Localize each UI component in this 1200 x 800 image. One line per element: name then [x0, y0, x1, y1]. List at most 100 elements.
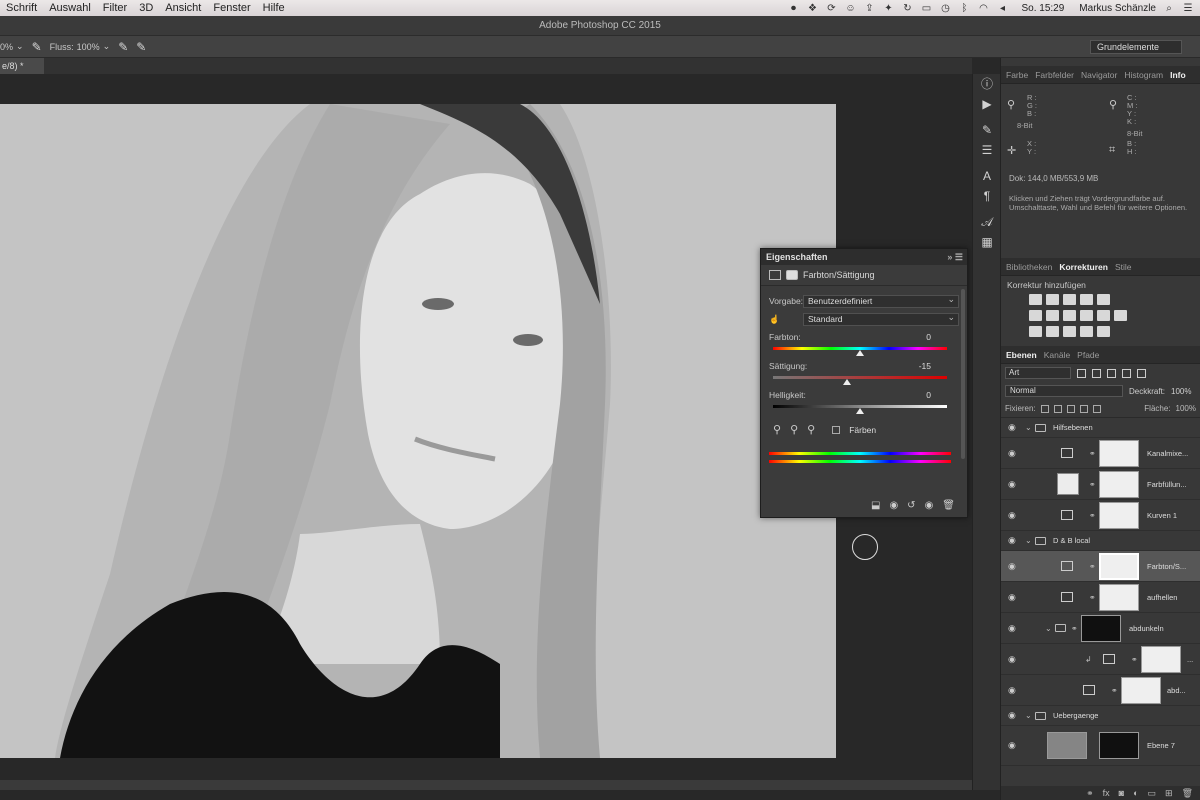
- tab-navigator[interactable]: Navigator: [1081, 70, 1117, 80]
- brush-presets-icon[interactable]: ✎: [973, 120, 1001, 140]
- levels-icon[interactable]: [1046, 294, 1059, 305]
- layer-group[interactable]: ◉ ⌄ Hilfsebenen: [1001, 418, 1200, 438]
- trash-icon[interactable]: 🗑: [942, 500, 955, 511]
- refresh-icon[interactable]: ↻: [901, 3, 913, 14]
- layer-style-icon[interactable]: fx: [1103, 788, 1110, 798]
- opacity-value[interactable]: 100%: [1171, 387, 1191, 396]
- photo-filter-icon[interactable]: [1080, 310, 1093, 321]
- hue-slider-thumb[interactable]: [856, 350, 864, 356]
- layer-mask-thumbnail[interactable]: [1099, 552, 1139, 580]
- glyphs-icon[interactable]: 𝒜: [973, 212, 1001, 232]
- selective-color-icon[interactable]: [1080, 326, 1093, 337]
- bluetooth-icon[interactable]: ᛒ: [958, 3, 970, 14]
- view-previous-icon[interactable]: ◉: [889, 500, 898, 511]
- menu-hilfe[interactable]: Hilfe: [257, 2, 291, 14]
- filter-shape-icon[interactable]: [1122, 368, 1131, 378]
- panel-menu-icon[interactable]: » ☰: [947, 249, 963, 265]
- layer-mask-thumbnail[interactable]: [1141, 645, 1181, 673]
- hue-saturation-icon[interactable]: [1029, 310, 1042, 321]
- workspace-selector[interactable]: Grundelemente: [1090, 40, 1182, 54]
- visibility-eye-icon[interactable]: ◉: [1008, 510, 1016, 521]
- info-panel-icon[interactable]: ⓘ: [973, 74, 1001, 94]
- layer-mask-thumbnail[interactable]: [1099, 470, 1139, 498]
- hand-target-icon[interactable]: ☝: [769, 314, 803, 325]
- clip-to-layer-icon[interactable]: ⬓: [871, 500, 880, 511]
- colorize-checkbox[interactable]: [832, 425, 841, 434]
- menu-list-icon[interactable]: ☰: [1182, 3, 1194, 14]
- layer-mask-thumbnail[interactable]: [1081, 614, 1121, 642]
- filter-type-icon[interactable]: [1107, 368, 1116, 378]
- channel-mixer-icon[interactable]: [1097, 310, 1110, 321]
- character-icon[interactable]: A: [973, 166, 1001, 186]
- preset-dropdown[interactable]: Benutzerdefiniert: [803, 294, 959, 308]
- layer-row[interactable]: ◉ ⚭ aufhellen: [1001, 582, 1200, 613]
- saturation-track[interactable]: [773, 376, 947, 379]
- curves-icon[interactable]: [1063, 294, 1076, 305]
- pressure-opacity-toggle[interactable]: ✎: [32, 40, 42, 54]
- tab-info[interactable]: Info: [1170, 70, 1186, 80]
- layer-filter-dropdown[interactable]: Art: [1005, 367, 1071, 379]
- chevron-down-icon[interactable]: ⌄: [1025, 536, 1032, 545]
- chevron-down-icon[interactable]: ⌄: [1025, 423, 1032, 432]
- blend-mode-dropdown[interactable]: Normal: [1005, 385, 1123, 397]
- saturation-slider-thumb[interactable]: [842, 379, 851, 385]
- tab-korrekturen[interactable]: Korrekturen: [1059, 262, 1108, 272]
- exposure-icon[interactable]: [1080, 294, 1093, 305]
- adjustment-grid-icon[interactable]: [769, 270, 781, 280]
- history-icon[interactable]: ◷: [939, 3, 951, 14]
- airbrush-toggle[interactable]: ✎: [118, 40, 128, 54]
- tab-kanaele[interactable]: Kanäle: [1044, 350, 1070, 360]
- mask-icon[interactable]: [786, 270, 798, 280]
- tab-farbe[interactable]: Farbe: [1006, 70, 1028, 80]
- chevron-down-icon[interactable]: ⌄: [16, 41, 24, 52]
- new-group-icon[interactable]: ▭: [1148, 788, 1157, 799]
- volume-icon[interactable]: ◂: [996, 3, 1008, 14]
- layer-mask-thumbnail[interactable]: [1099, 439, 1139, 467]
- menu-schrift[interactable]: Schrift: [0, 2, 43, 14]
- layer-thumbnail[interactable]: [1047, 732, 1087, 759]
- layer-mask-thumbnail[interactable]: [1099, 583, 1139, 611]
- opacity-value[interactable]: 0%: [0, 42, 13, 52]
- visibility-icon[interactable]: ◉: [925, 500, 934, 511]
- link-layers-icon[interactable]: ⚭: [1086, 788, 1094, 799]
- menu-3d[interactable]: 3D: [133, 2, 159, 14]
- record-icon[interactable]: ⏺: [787, 3, 799, 14]
- lock-image-icon[interactable]: [1053, 404, 1062, 413]
- face-icon[interactable]: ☺: [844, 3, 856, 14]
- layer-mask-thumbnail[interactable]: [1099, 732, 1139, 759]
- properties-icon[interactable]: ▦: [973, 232, 1001, 252]
- tab-stile[interactable]: Stile: [1115, 262, 1132, 272]
- color-balance-icon[interactable]: [1046, 310, 1059, 321]
- visibility-eye-icon[interactable]: ◉: [1008, 448, 1016, 459]
- sync-icon[interactable]: ⟳: [825, 3, 837, 14]
- layer-row-selected[interactable]: ◉ ⚭ Farbton/S...: [1001, 551, 1200, 582]
- visibility-eye-icon[interactable]: ◉: [1008, 710, 1016, 721]
- search-icon[interactable]: ⌕: [1163, 3, 1175, 14]
- layer-row[interactable]: ◉ ↲ ⚭ ...: [1001, 644, 1200, 675]
- menu-filter[interactable]: Filter: [97, 2, 133, 14]
- visibility-eye-icon[interactable]: ◉: [1008, 623, 1016, 634]
- layer-row[interactable]: ◉ ⚭ Kanalmixe...: [1001, 438, 1200, 469]
- posterize-icon[interactable]: [1046, 326, 1059, 337]
- layer-mask-thumbnail[interactable]: [1121, 676, 1161, 704]
- fill-value[interactable]: 100%: [1176, 404, 1196, 413]
- tab-ebenen[interactable]: Ebenen: [1006, 350, 1037, 360]
- filter-smart-icon[interactable]: [1137, 368, 1146, 378]
- dropbox-icon[interactable]: ❖: [806, 3, 818, 14]
- tab-farbfelder[interactable]: Farbfelder: [1035, 70, 1074, 80]
- threshold-icon[interactable]: [1063, 326, 1076, 337]
- chevron-down-icon[interactable]: ⌄: [1025, 711, 1032, 720]
- pressure-size-toggle[interactable]: ✎: [136, 40, 146, 54]
- color-lookup-icon[interactable]: [1114, 310, 1127, 321]
- lock-position-icon[interactable]: [1066, 404, 1075, 413]
- new-adjustment-icon[interactable]: ◐: [1133, 788, 1138, 798]
- visibility-eye-icon[interactable]: ◉: [1008, 592, 1016, 603]
- lightness-slider-thumb[interactable]: [856, 408, 864, 414]
- adjustments-sliders-icon[interactable]: ☰: [973, 140, 1001, 160]
- upload-icon[interactable]: ⇪: [863, 3, 875, 14]
- menu-fenster[interactable]: Fenster: [207, 2, 256, 14]
- bird-icon[interactable]: ✦: [882, 3, 894, 14]
- display-icon[interactable]: ▭: [920, 3, 932, 14]
- paragraph-icon[interactable]: ¶: [973, 186, 1001, 206]
- document-image[interactable]: [0, 104, 836, 758]
